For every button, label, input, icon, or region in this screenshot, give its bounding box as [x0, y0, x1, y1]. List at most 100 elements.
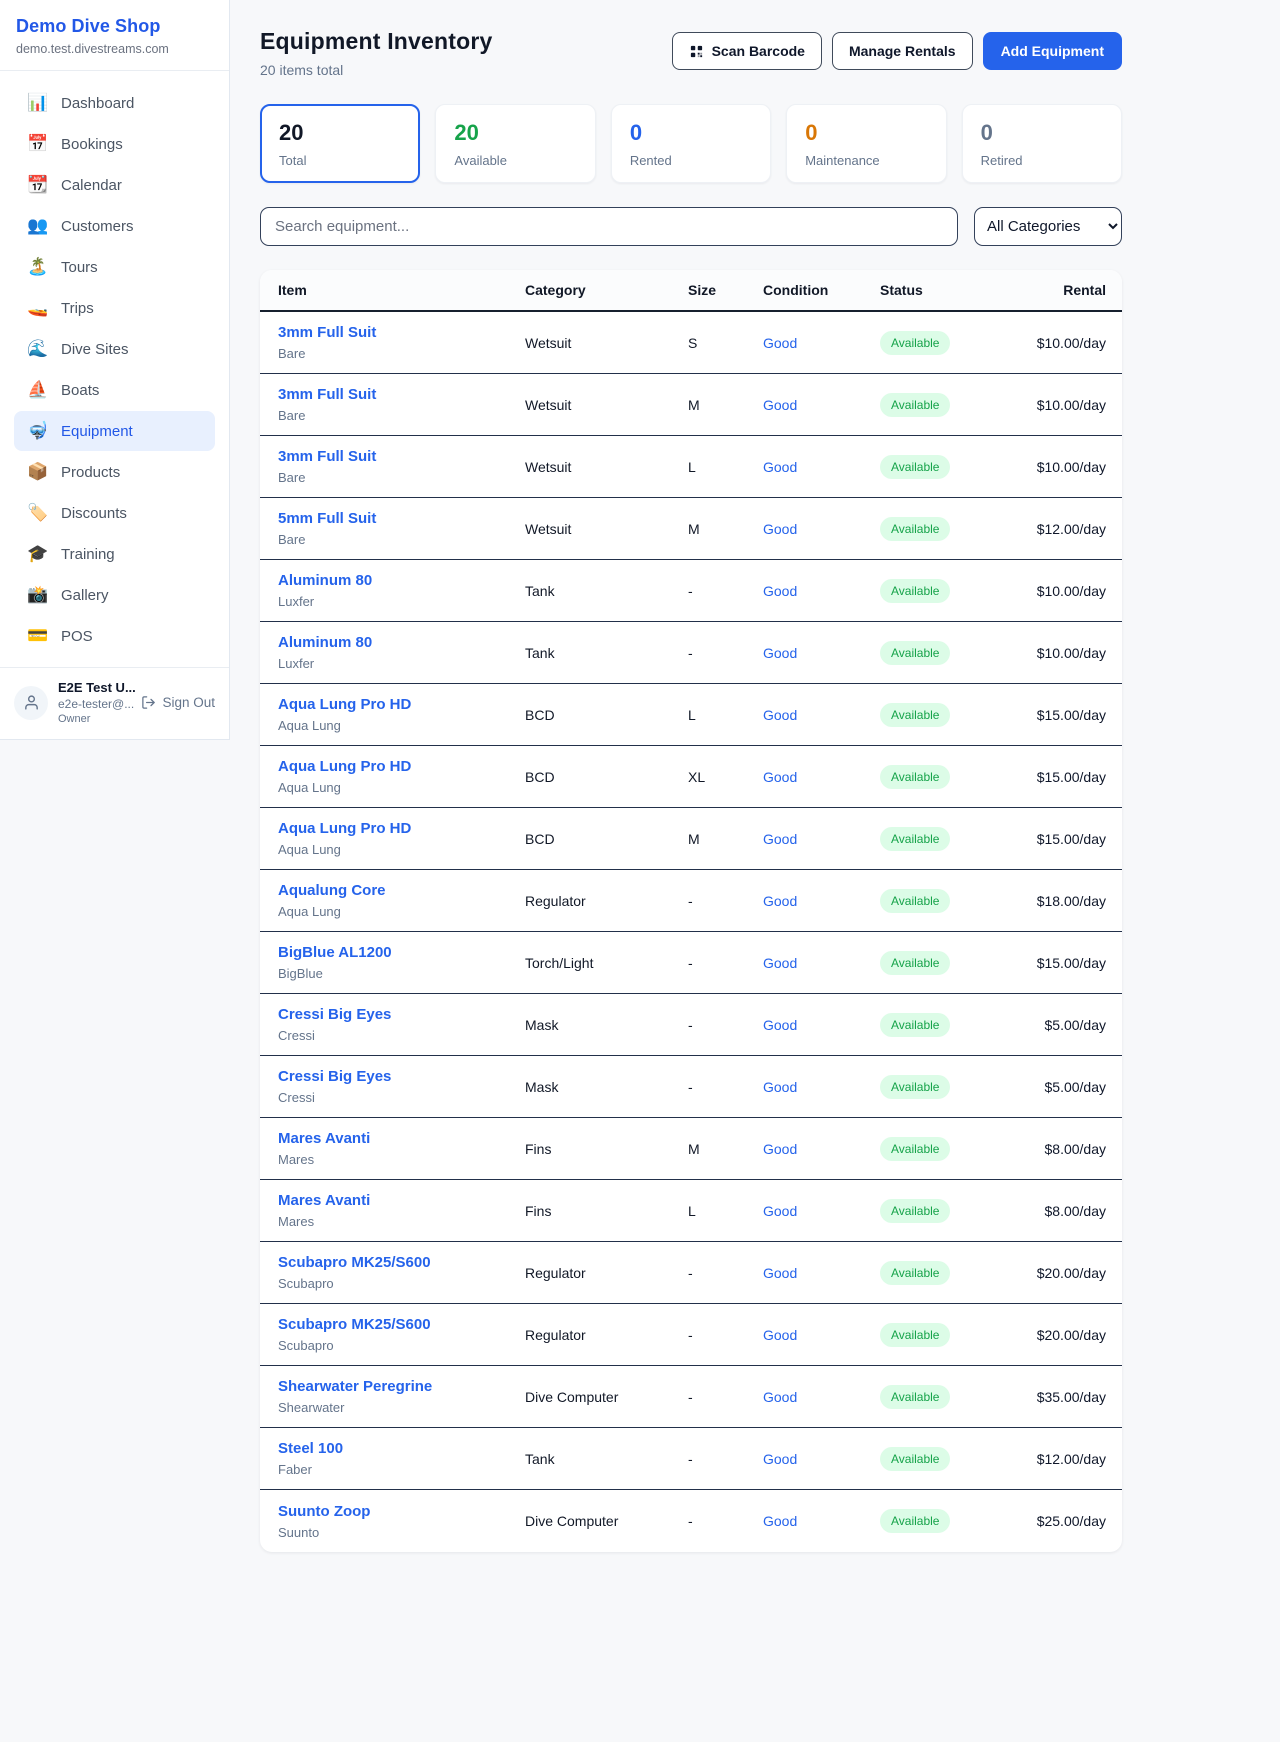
status-badge: Available — [880, 1137, 950, 1161]
item-condition[interactable]: Good — [763, 1203, 880, 1219]
products-icon: 📦 — [27, 462, 47, 482]
item-cell: Aluminum 80Luxfer — [260, 572, 525, 609]
item-size: M — [688, 397, 763, 413]
stat-card-maintenance[interactable]: 0Maintenance — [786, 104, 946, 183]
item-name-link[interactable]: 3mm Full Suit — [278, 448, 376, 465]
manage-rentals-button[interactable]: Manage Rentals — [832, 32, 973, 70]
stat-card-total[interactable]: 20Total — [260, 104, 420, 183]
scan-barcode-button[interactable]: Scan Barcode — [672, 32, 822, 70]
customers-icon: 👥 — [27, 216, 47, 236]
item-name-link[interactable]: BigBlue AL1200 — [278, 944, 392, 961]
stat-card-retired[interactable]: 0Retired — [962, 104, 1122, 183]
item-name-link[interactable]: Aqua Lung Pro HD — [278, 758, 411, 775]
item-condition[interactable]: Good — [763, 1079, 880, 1095]
item-name-link[interactable]: Mares Avanti — [278, 1192, 370, 1209]
sidebar-item-pos[interactable]: 💳POS — [14, 616, 215, 656]
item-name-link[interactable]: Cressi Big Eyes — [278, 1006, 391, 1023]
rental-price: $8.00/day — [1030, 1141, 1122, 1157]
column-header-status: Status — [880, 282, 1030, 298]
sidebar-item-gallery[interactable]: 📸Gallery — [14, 575, 215, 615]
item-name-link[interactable]: 3mm Full Suit — [278, 386, 376, 403]
sidebar-item-trips[interactable]: 🚤Trips — [14, 288, 215, 328]
item-condition[interactable]: Good — [763, 459, 880, 475]
item-condition[interactable]: Good — [763, 645, 880, 661]
item-name-link[interactable]: 5mm Full Suit — [278, 510, 376, 527]
category-select[interactable]: All Categories — [974, 207, 1122, 246]
sidebar-item-bookings[interactable]: 📅Bookings — [14, 124, 215, 164]
sidebar-item-label: Trips — [61, 300, 94, 317]
table-row: Aqua Lung Pro HDAqua LungBCDLGoodAvailab… — [260, 684, 1122, 746]
add-equipment-label: Add Equipment — [1001, 43, 1104, 59]
status-badge: Available — [880, 1013, 950, 1037]
item-name-link[interactable]: Mares Avanti — [278, 1130, 370, 1147]
item-name-link[interactable]: Scubapro MK25/S600 — [278, 1316, 431, 1333]
item-size: - — [688, 1017, 763, 1033]
item-condition[interactable]: Good — [763, 1451, 880, 1467]
status-cell: Available — [880, 1509, 1030, 1533]
item-condition[interactable]: Good — [763, 893, 880, 909]
item-size: XL — [688, 769, 763, 785]
sidebar-item-tours[interactable]: 🏝️Tours — [14, 247, 215, 287]
sidebar-item-dive-sites[interactable]: 🌊Dive Sites — [14, 329, 215, 369]
search-input[interactable] — [260, 207, 958, 246]
item-condition[interactable]: Good — [763, 521, 880, 537]
sidebar-item-boats[interactable]: ⛵Boats — [14, 370, 215, 410]
item-category: Wetsuit — [525, 521, 688, 537]
item-size: - — [688, 645, 763, 661]
sidebar-item-products[interactable]: 📦 Products — [14, 452, 215, 492]
column-header-item: Item — [260, 282, 525, 298]
item-condition[interactable]: Good — [763, 1265, 880, 1281]
table-row: Aluminum 80LuxferTank-GoodAvailable$10.0… — [260, 622, 1122, 684]
sidebar-item-customers[interactable]: 👥Customers — [14, 206, 215, 246]
item-condition[interactable]: Good — [763, 335, 880, 351]
sidebar-item-dashboard[interactable]: 📊Dashboard — [14, 83, 215, 123]
sidebar-item-label: Bookings — [61, 136, 123, 153]
sidebar-item-calendar[interactable]: 📆Calendar — [14, 165, 215, 205]
stat-card-rented[interactable]: 0Rented — [611, 104, 771, 183]
item-category: Wetsuit — [525, 459, 688, 475]
item-brand: Bare — [278, 532, 525, 547]
item-name-link[interactable]: Scubapro MK25/S600 — [278, 1254, 431, 1271]
item-condition[interactable]: Good — [763, 1327, 880, 1343]
sidebar-item-label: Boats — [61, 382, 99, 399]
item-name-link[interactable]: Suunto Zoop — [278, 1503, 370, 1520]
scan-barcode-label: Scan Barcode — [712, 43, 805, 59]
table-row: 3mm Full SuitBareWetsuitSGoodAvailable$1… — [260, 312, 1122, 374]
rental-price: $15.00/day — [1030, 707, 1122, 723]
item-condition[interactable]: Good — [763, 769, 880, 785]
item-condition[interactable]: Good — [763, 583, 880, 599]
sign-out-button[interactable]: Sign Out — [141, 695, 215, 710]
item-condition[interactable]: Good — [763, 397, 880, 413]
item-condition[interactable]: Good — [763, 1017, 880, 1033]
item-condition[interactable]: Good — [763, 1389, 880, 1405]
item-condition[interactable]: Good — [763, 707, 880, 723]
status-badge: Available — [880, 1385, 950, 1409]
sidebar-item-equipment[interactable]: 🤿Equipment — [14, 411, 215, 451]
user-role: Owner — [58, 713, 131, 725]
add-equipment-button[interactable]: Add Equipment — [983, 32, 1122, 70]
sidebar-item-label: POS — [61, 628, 93, 645]
item-name-link[interactable]: Aluminum 80 — [278, 634, 372, 651]
user-email: e2e-tester@... — [58, 697, 131, 711]
item-category: Tank — [525, 583, 688, 599]
item-name-link[interactable]: Aqualung Core — [278, 882, 386, 899]
item-condition[interactable]: Good — [763, 955, 880, 971]
stat-card-available[interactable]: 20Available — [435, 104, 595, 183]
sidebar-item-training[interactable]: 🎓Training — [14, 534, 215, 574]
item-name-link[interactable]: Cressi Big Eyes — [278, 1068, 391, 1085]
item-cell: Shearwater PeregrineShearwater — [260, 1378, 525, 1415]
item-cell: Scubapro MK25/S600Scubapro — [260, 1254, 525, 1291]
shop-name[interactable]: Demo Dive Shop — [16, 16, 213, 37]
item-name-link[interactable]: Aqua Lung Pro HD — [278, 696, 411, 713]
item-name-link[interactable]: Aqua Lung Pro HD — [278, 820, 411, 837]
item-name-link[interactable]: Shearwater Peregrine — [278, 1378, 432, 1395]
item-name-link[interactable]: 3mm Full Suit — [278, 324, 376, 341]
item-condition[interactable]: Good — [763, 1141, 880, 1157]
sidebar-item-label: Products — [61, 464, 120, 481]
item-name-link[interactable]: Steel 100 — [278, 1440, 343, 1457]
sidebar-item-discounts[interactable]: 🏷️Discounts — [14, 493, 215, 533]
item-condition[interactable]: Good — [763, 831, 880, 847]
item-name-link[interactable]: Aluminum 80 — [278, 572, 372, 589]
table-row: Aqua Lung Pro HDAqua LungBCDXLGoodAvaila… — [260, 746, 1122, 808]
item-condition[interactable]: Good — [763, 1513, 880, 1529]
